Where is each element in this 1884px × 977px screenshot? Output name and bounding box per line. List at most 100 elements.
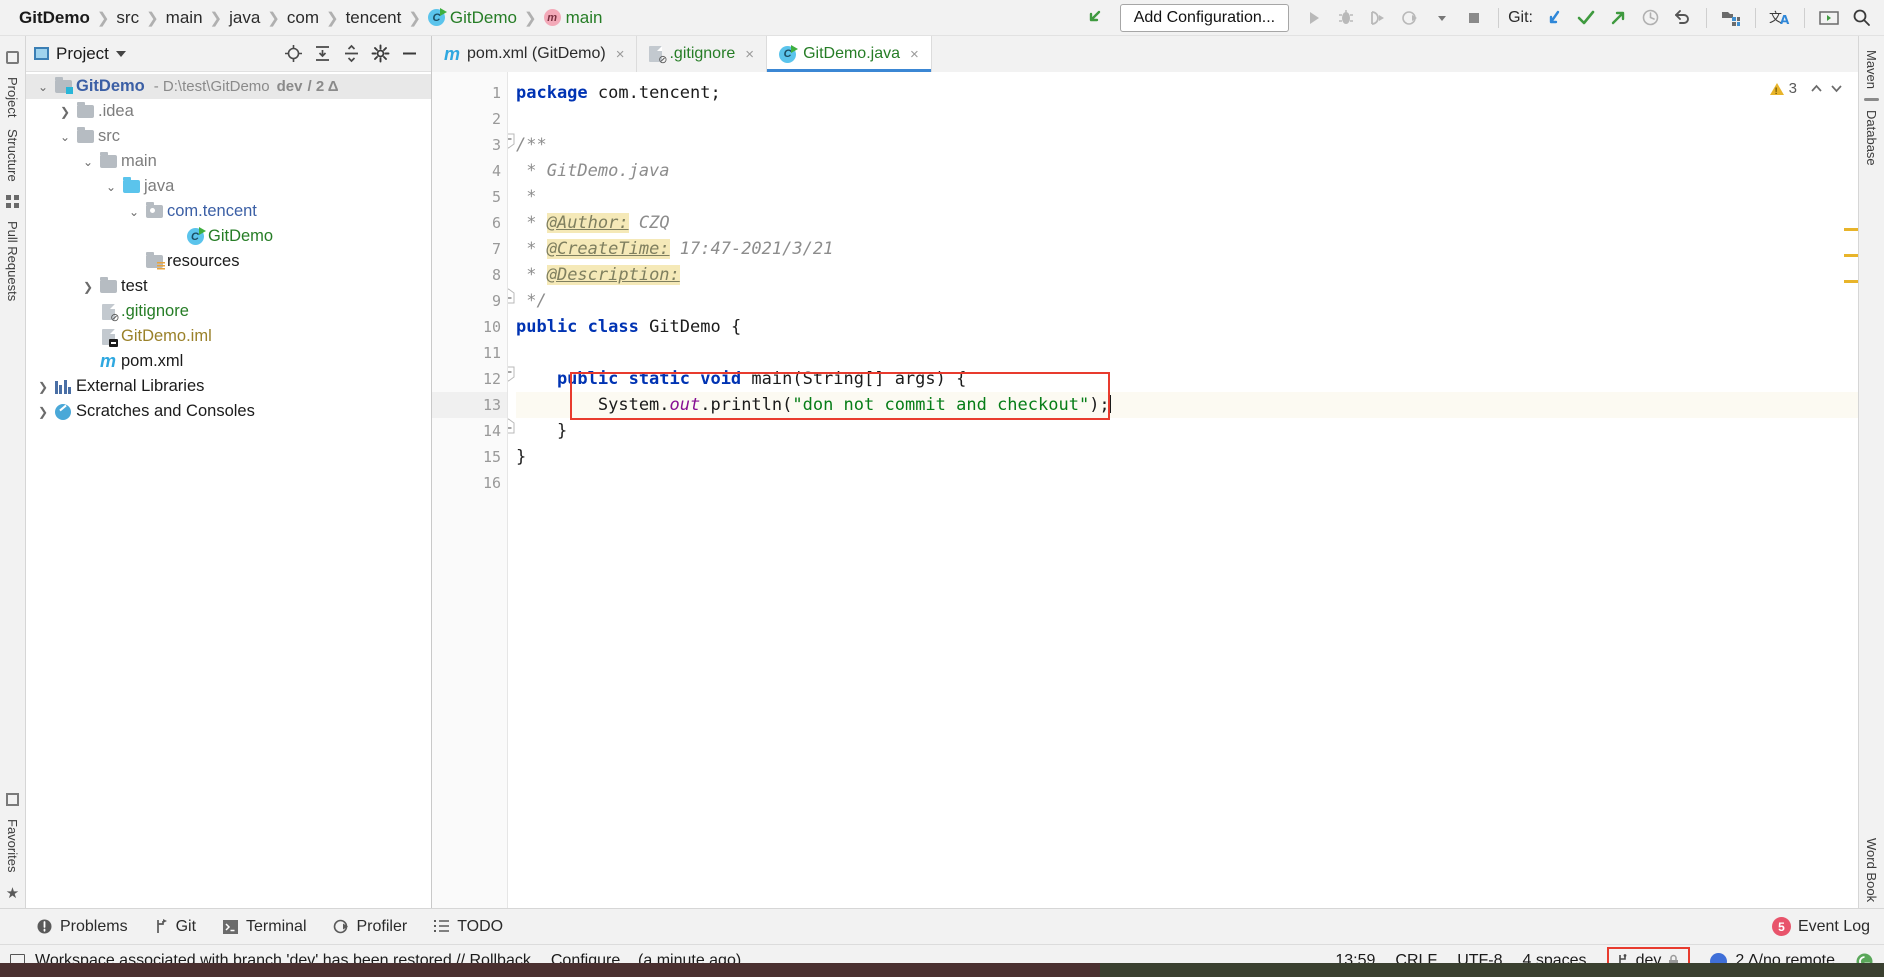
tab-pom-xml[interactable]: m pom.xml (GitDemo) ×: [432, 36, 638, 72]
project-view-icon: [34, 47, 49, 60]
fold-marker-end-14[interactable]: [508, 418, 515, 434]
stop-icon[interactable]: [1459, 3, 1489, 33]
run-icon[interactable]: [1299, 3, 1329, 33]
editor-gutter[interactable]: 1 2 3 4 5 6 7 8 9 10 11 12 13 14 15 16: [432, 72, 508, 908]
collapse-all-icon[interactable]: [342, 44, 361, 63]
tree-item-scratches-and-consoles[interactable]: ❯ Scratches and Consoles: [26, 399, 431, 424]
breadcrumb-item-method[interactable]: m main: [537, 8, 610, 28]
git-commit-icon[interactable]: [1571, 3, 1601, 33]
editor-area: m pom.xml (GitDemo) × .gitignore × C Git…: [432, 36, 1858, 908]
breadcrumb-item-src[interactable]: src: [109, 8, 146, 28]
tree-item-idea[interactable]: ❯ .idea: [26, 99, 431, 124]
rail-item-database[interactable]: Database: [1861, 104, 1882, 172]
event-log-button[interactable]: 5 Event Log: [1771, 917, 1884, 936]
project-structure-icon[interactable]: [1716, 3, 1746, 33]
project-changes: / 2 Δ: [307, 78, 339, 95]
breadcrumb-item-com[interactable]: com: [280, 8, 326, 28]
project-path: - D:\test\GitDemo: [153, 78, 270, 95]
chevron-right-icon[interactable]: ❯: [79, 280, 97, 294]
inspection-widget[interactable]: 3: [1769, 80, 1844, 97]
tool-button-profiler[interactable]: Profiler: [333, 918, 407, 936]
tree-item-gitignore[interactable]: · .gitignore: [26, 299, 431, 324]
tool-button-problems[interactable]: Problems: [36, 918, 128, 936]
line-number: 13: [432, 392, 507, 418]
right-tool-rail: Maven Database Word Book: [1858, 36, 1884, 908]
chevron-right-icon[interactable]: ❯: [56, 105, 74, 119]
run-with-coverage-icon[interactable]: [1363, 3, 1393, 33]
marker-stripe[interactable]: [1844, 228, 1858, 231]
expand-all-icon[interactable]: [313, 44, 332, 63]
breadcrumb-item-java[interactable]: java: [222, 8, 267, 28]
tool-button-terminal[interactable]: Terminal: [222, 918, 307, 936]
tab-gitdemo-java[interactable]: C GitDemo.java ×: [767, 36, 932, 72]
tree-item-gitdemo-root[interactable]: ⌄ GitDemo - D:\test\GitDemo dev / 2 Δ: [26, 74, 431, 99]
profile-icon[interactable]: [1395, 3, 1425, 33]
chevron-down-icon[interactable]: [1427, 3, 1457, 33]
chevron-down-icon[interactable]: ⌄: [102, 180, 120, 194]
fold-marker-end-9[interactable]: [508, 288, 515, 304]
rollback-icon[interactable]: [1667, 3, 1697, 33]
gear-icon[interactable]: [371, 44, 390, 63]
todo-list-icon: [433, 919, 450, 934]
breadcrumb-item-tencent[interactable]: tencent: [339, 8, 409, 28]
breadcrumb-item-gitdemo[interactable]: GitDemo: [12, 8, 97, 28]
tree-item-gitdemo-class[interactable]: · C GitDemo: [26, 224, 431, 249]
fold-marker-12[interactable]: [508, 366, 515, 382]
tree-item-com-tencent[interactable]: ⌄ com.tencent: [26, 199, 431, 224]
marker-stripe[interactable]: [1844, 254, 1858, 257]
java-class-icon: C: [427, 8, 447, 26]
undo-arrow-icon[interactable]: [1080, 3, 1110, 33]
rail-item-maven[interactable]: Maven: [1861, 44, 1882, 95]
rail-item-structure[interactable]: Structure: [2, 123, 23, 188]
chevron-right-icon[interactable]: ❯: [34, 405, 52, 419]
git-update-icon[interactable]: [1539, 3, 1569, 33]
locate-target-icon[interactable]: [284, 44, 303, 63]
chevron-down-icon[interactable]: [115, 50, 126, 57]
tree-item-resources[interactable]: · resources: [26, 249, 431, 274]
chevron-down-icon[interactable]: ⌄: [125, 205, 143, 219]
tree-item-test[interactable]: ❯ test: [26, 274, 431, 299]
breadcrumb-item-main[interactable]: main: [159, 8, 210, 28]
code-content[interactable]: package com.tencent; /** * GitDemo.java …: [508, 72, 1858, 908]
rail-item-word-book[interactable]: Word Book: [1861, 832, 1882, 908]
tool-button-todo[interactable]: TODO: [433, 918, 503, 936]
chevron-down-icon[interactable]: ⌄: [79, 155, 97, 169]
close-icon[interactable]: ×: [616, 46, 625, 63]
rail-item-project[interactable]: Project: [2, 71, 23, 123]
tree-item-external-libraries[interactable]: ❯ External Libraries: [26, 374, 431, 399]
rail-item-favorites[interactable]: Favorites: [2, 813, 23, 878]
tree-item-gitdemo-iml[interactable]: · GitDemo.iml: [26, 324, 431, 349]
intellij-window: GitDemo ❯ src ❯ main ❯ java ❯ com ❯ tenc…: [0, 0, 1884, 977]
tab-gitignore[interactable]: .gitignore ×: [637, 36, 768, 72]
terminal-window-icon[interactable]: [1814, 3, 1844, 33]
history-icon[interactable]: [1635, 3, 1665, 33]
rail-item-pull-requests[interactable]: Pull Requests: [2, 215, 23, 307]
search-icon[interactable]: [1846, 3, 1876, 33]
chevron-down-icon[interactable]: ⌄: [34, 80, 52, 94]
chevron-down-icon[interactable]: [1829, 82, 1844, 95]
chevron-up-icon[interactable]: [1809, 82, 1824, 95]
tool-button-git[interactable]: Git: [154, 918, 196, 936]
toolbar-divider: [1755, 7, 1756, 28]
tree-item-java[interactable]: ⌄ java: [26, 174, 431, 199]
fold-marker-3[interactable]: [508, 133, 515, 149]
breadcrumb-item-class[interactable]: C GitDemo: [421, 8, 524, 28]
project-branch: dev: [276, 78, 303, 95]
git-push-icon[interactable]: [1603, 3, 1633, 33]
tree-item-pom-xml[interactable]: · m pom.xml: [26, 349, 431, 374]
translate-icon[interactable]: 文A: [1765, 3, 1795, 33]
minimize-icon[interactable]: [400, 44, 419, 63]
editor-tabs: m pom.xml (GitDemo) × .gitignore × C Git…: [432, 36, 1858, 72]
debug-icon[interactable]: [1331, 3, 1361, 33]
add-configuration-button[interactable]: Add Configuration...: [1119, 3, 1290, 32]
tree-item-main[interactable]: ⌄ main: [26, 149, 431, 174]
close-icon[interactable]: ×: [745, 46, 754, 63]
chevron-down-icon[interactable]: ⌄: [56, 130, 74, 144]
tree-item-label: GitDemo: [208, 227, 274, 245]
marker-stripe[interactable]: [1844, 280, 1858, 283]
code-line-12: public static void main(String[] args) {: [516, 369, 967, 389]
tree-item-src[interactable]: ⌄ src: [26, 124, 431, 149]
close-icon[interactable]: ×: [910, 46, 919, 63]
toolbar-divider: [1804, 7, 1805, 28]
chevron-right-icon[interactable]: ❯: [34, 380, 52, 394]
